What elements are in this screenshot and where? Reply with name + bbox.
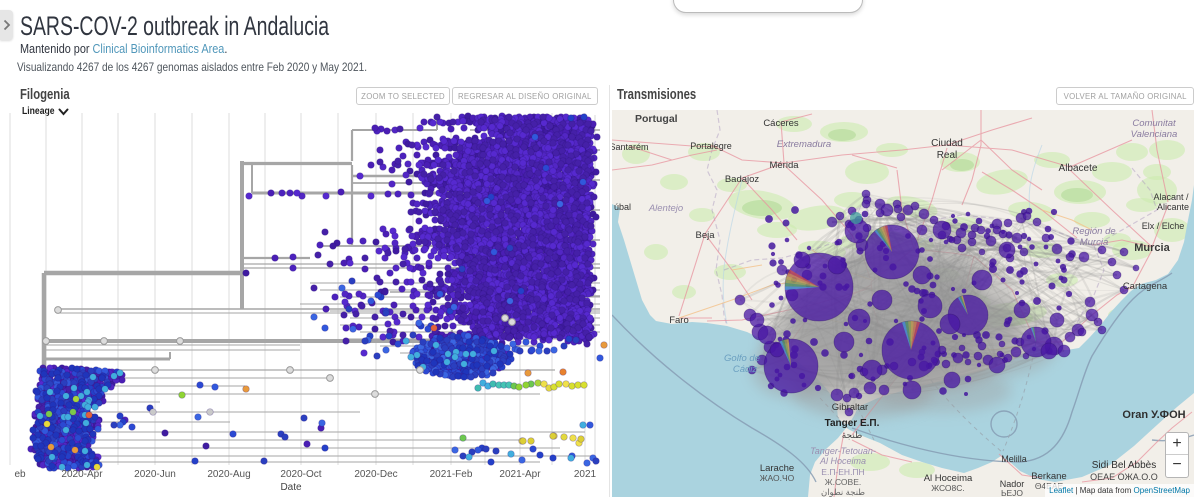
svg-text:Golfo de: Golfo de (724, 353, 760, 364)
svg-text:úbal: úbal (614, 202, 631, 212)
svg-text:Cartagena: Cartagena (1123, 281, 1168, 292)
svg-text:eb: eb (14, 469, 26, 480)
svg-text:Alacant /: Alacant / (1153, 192, 1189, 202)
svg-text:2021: 2021 (574, 469, 597, 480)
svg-text:ЬЕЈО: ЬЕЈО (1001, 488, 1023, 497)
svg-text:Beja: Beja (695, 230, 715, 241)
svg-text:Al Hoceima: Al Hoceima (819, 456, 866, 466)
svg-text:Ciudad: Ciudad (931, 138, 963, 149)
svg-text:Extremadura: Extremadura (777, 139, 831, 150)
svg-text:Mérida: Mérida (769, 160, 799, 171)
svg-text:Comunitat: Comunitat (1132, 118, 1176, 129)
svg-text:Tanger-Tetouan-: Tanger-Tetouan- (810, 446, 876, 456)
svg-text:Alentejo: Alentejo (648, 203, 683, 214)
svg-text:Alicante: Alicante (1157, 202, 1189, 212)
svg-text:طنجة: طنجة (842, 430, 863, 440)
svg-text:ОЕАЕ ОЖА.О.О: ОЕАЕ ОЖА.О.О (1090, 472, 1158, 482)
svg-text:Cáceres: Cáceres (763, 118, 799, 129)
svg-text:Tanger Е.П.: Tanger Е.П. (825, 418, 880, 429)
svg-text:Sidi Bel Abbès: Sidi Bel Abbès (1092, 460, 1157, 471)
svg-text:Santarém: Santarém (612, 142, 649, 152)
svg-text:Albacete: Albacete (1059, 163, 1098, 174)
svg-text:Oran У.ФОН: Oran У.ФОН (1122, 409, 1185, 421)
svg-text:2020-Jun: 2020-Jun (134, 469, 176, 480)
svg-text:Portalegre: Portalegre (690, 141, 732, 151)
svg-text:Ж.СОВЕ.: Ж.СОВЕ. (825, 477, 861, 487)
svg-text:Gibraltar: Gibraltar (832, 402, 868, 413)
svg-text:Badajoz: Badajoz (725, 174, 760, 185)
svg-text:2021-Apr: 2021-Apr (499, 469, 541, 480)
svg-text:Melilla: Melilla (1001, 454, 1027, 464)
svg-text:ЖСО8С.: ЖСО8С. (931, 483, 965, 493)
svg-text:Faro: Faro (669, 315, 689, 326)
svg-text:Real: Real (937, 150, 958, 161)
svg-text:2020-Oct: 2020-Oct (280, 469, 321, 480)
svg-text:Región de: Región de (1072, 226, 1115, 237)
svg-text:ЖАО.ЧО: ЖАО.ЧО (760, 473, 795, 483)
svg-text:2020-Aug: 2020-Aug (207, 469, 250, 480)
svg-text:Е.П-ЕН.ПН: Е.П-ЕН.ПН (821, 467, 864, 477)
svg-text:2020-Apr: 2020-Apr (61, 469, 103, 480)
svg-text:2020-Dec: 2020-Dec (354, 469, 397, 480)
svg-text:Elx / Elche: Elx / Elche (1142, 221, 1185, 231)
svg-text:Murcia: Murcia (1134, 242, 1170, 254)
svg-text:2021-Feb: 2021-Feb (430, 469, 473, 480)
svg-text:Cádiz: Cádiz (733, 364, 758, 375)
svg-text:طنجة نطوان: طنجة نطوان (821, 487, 865, 497)
svg-text:Valenciana: Valenciana (1131, 129, 1178, 140)
svg-text:Murcia: Murcia (1080, 237, 1109, 248)
svg-text:Portugal: Portugal (635, 113, 678, 125)
svg-text:Date: Date (280, 482, 302, 493)
